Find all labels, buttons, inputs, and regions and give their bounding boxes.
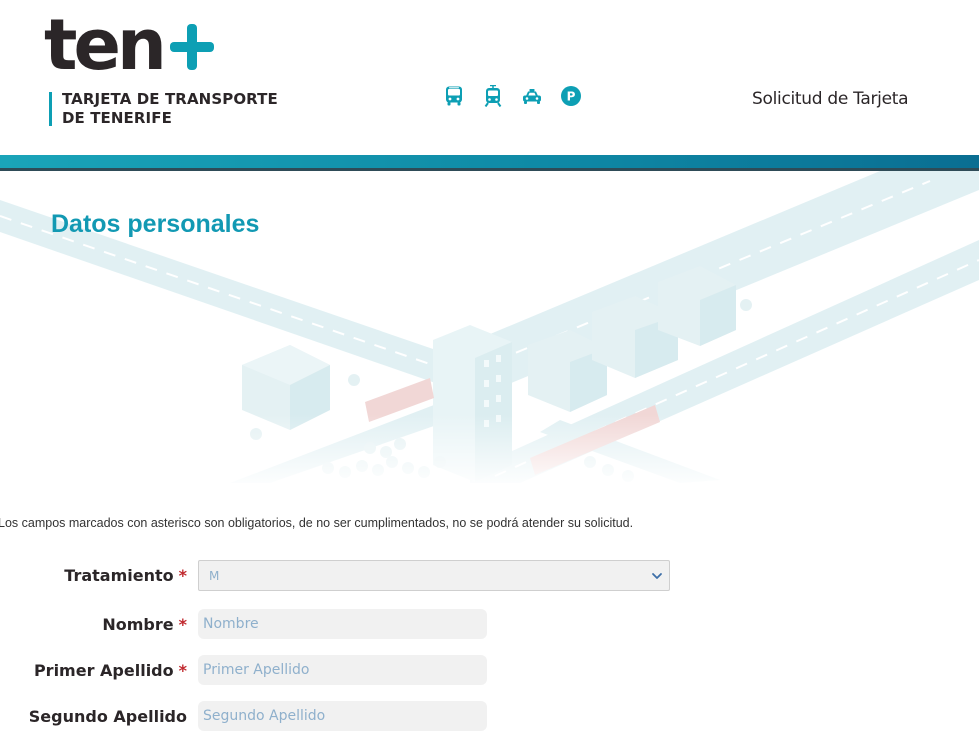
tratamiento-selected-value: M [209, 569, 220, 583]
primer-apellido-label: Primer Apellido * [34, 661, 187, 680]
nombre-input[interactable] [198, 609, 487, 639]
form-row-segundo-apellido: Segundo Apellido [0, 701, 979, 735]
taxi-icon [521, 85, 543, 107]
plus-icon [170, 24, 216, 70]
chevron-down-icon [652, 573, 662, 579]
tratamiento-select[interactable]: M [198, 560, 670, 591]
transport-modes: P [443, 85, 582, 107]
logo-subtitle-line2: DE TENERIFE [62, 109, 172, 127]
segundo-apellido-label: Segundo Apellido [29, 707, 187, 726]
segundo-apellido-label-text: Segundo Apellido [28, 707, 187, 726]
segundo-apellido-input[interactable] [198, 701, 487, 731]
form-row-nombre: Nombre * [0, 609, 979, 643]
logo-wordmark[interactable]: ten [44, 4, 167, 86]
svg-text:P: P [567, 90, 576, 104]
bus-icon [443, 85, 465, 107]
form-row-tratamiento: Tratamiento * M [0, 560, 979, 594]
nombre-label: Nombre * [102, 615, 187, 634]
required-marker: * [178, 615, 187, 634]
logo-subtitle-line1: TARJETA DE TRANSPORTE [62, 90, 278, 108]
primer-apellido-input[interactable] [198, 655, 487, 685]
nombre-label-text: Nombre [102, 615, 174, 634]
page-heading: Solicitud de Tarjeta [752, 89, 909, 109]
tratamiento-label-text: Tratamiento [64, 566, 174, 585]
form-row-primer-apellido: Primer Apellido * [0, 655, 979, 689]
header-stripe [0, 155, 979, 168]
section-title: Datos personales [51, 210, 260, 238]
site-header: ten TARJETA DE TRANSPORTE DE TENERIFE P … [0, 0, 979, 155]
required-marker: * [178, 661, 187, 680]
logo-divider [49, 92, 52, 126]
required-marker: * [178, 566, 187, 585]
tratamiento-label: Tratamiento * [64, 566, 187, 585]
primer-apellido-label-text: Primer Apellido [33, 661, 174, 680]
tram-icon [482, 85, 504, 107]
parking-icon: P [560, 85, 582, 107]
logo-subtitle: TARJETA DE TRANSPORTE DE TENERIFE [62, 90, 278, 128]
required-fields-notice: Los campos marcados con asterisco son ob… [0, 516, 634, 530]
